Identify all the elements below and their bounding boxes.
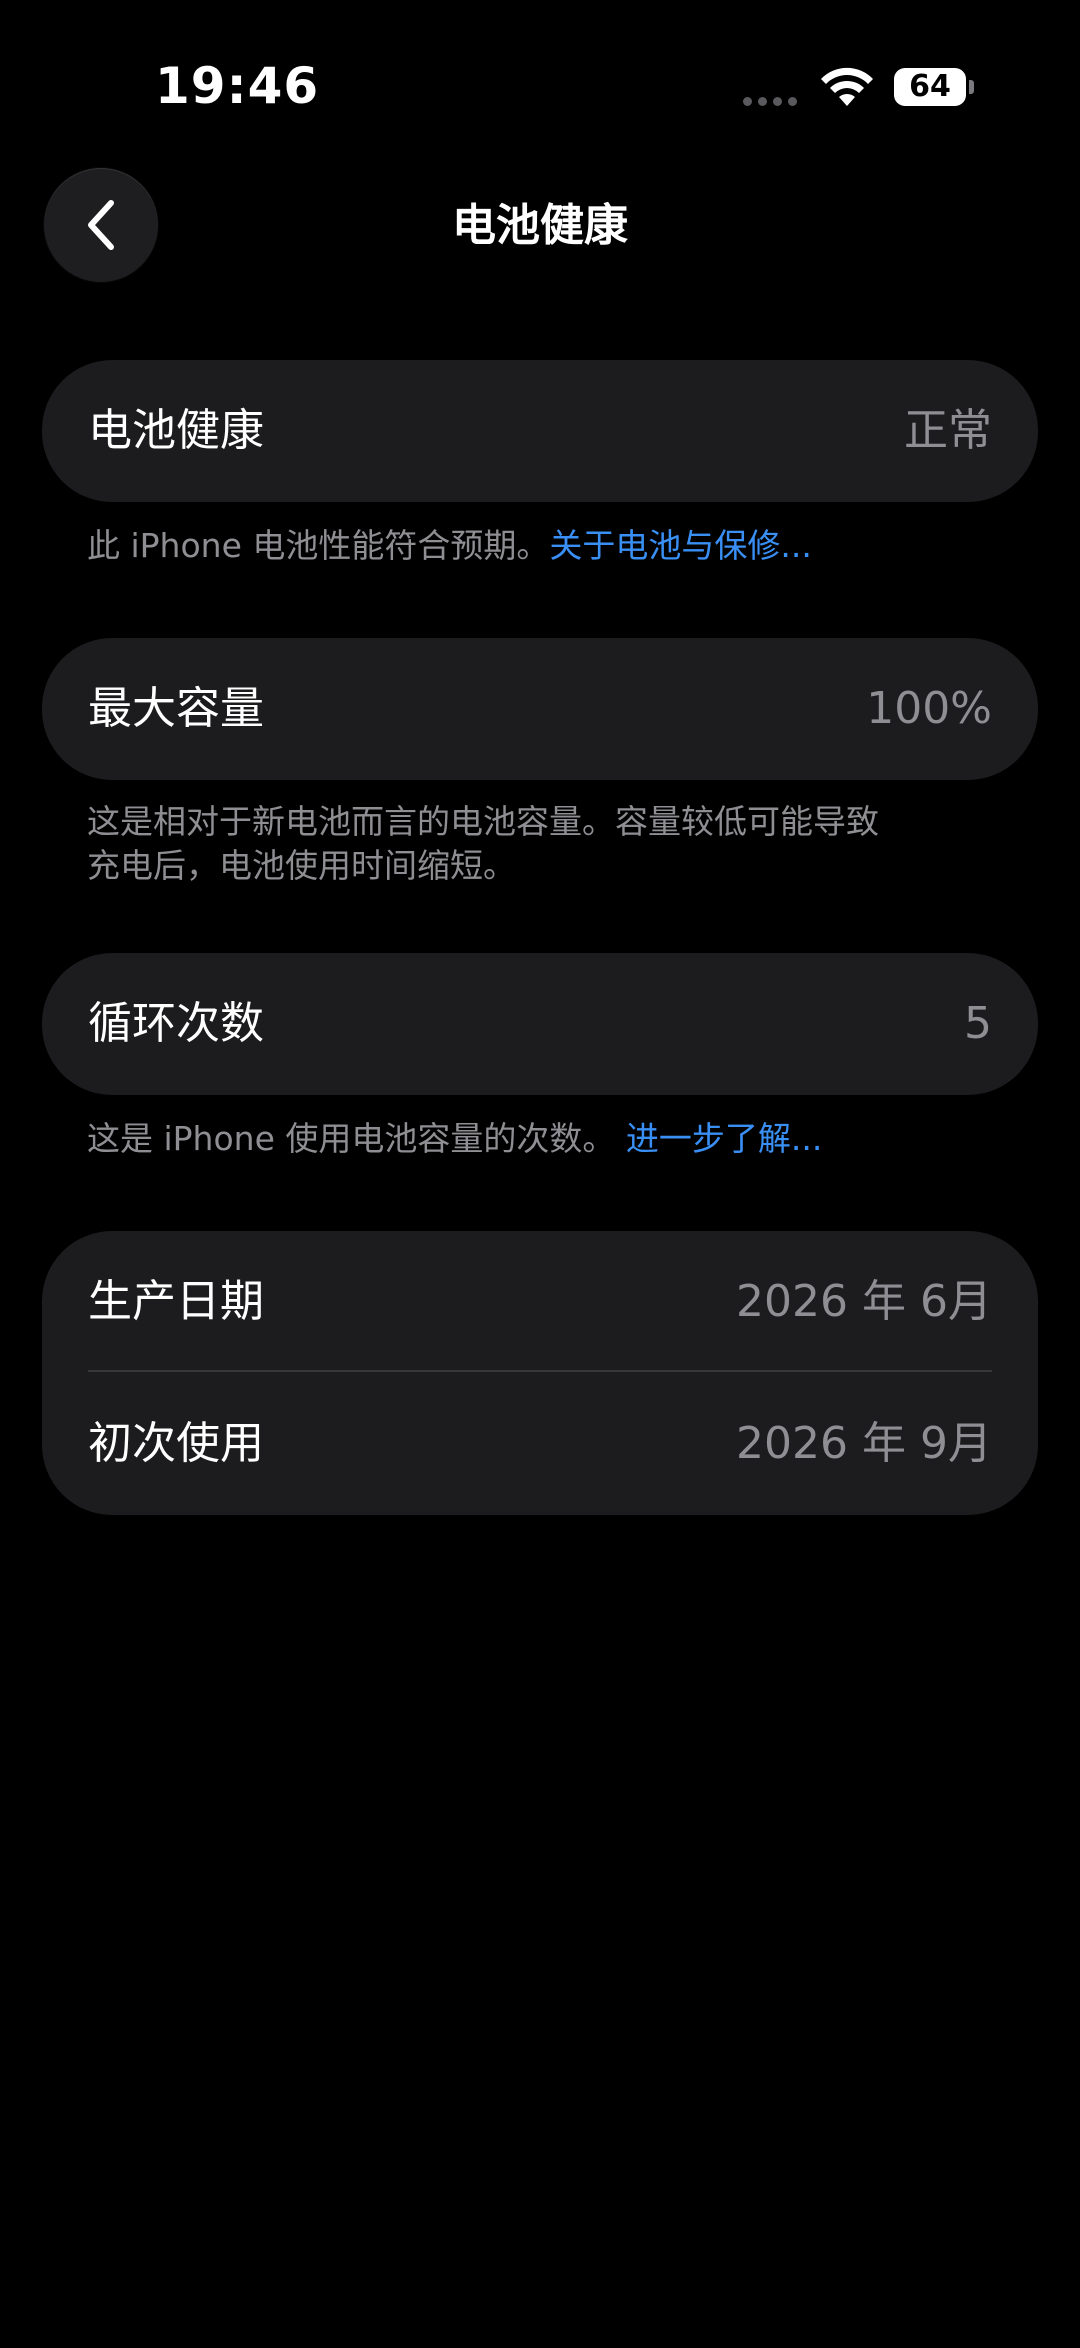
first-use-row: 初次使用 2026 年 9月: [42, 1373, 1038, 1515]
cycle-count-note: 这是 iPhone 使用电池容量的次数。 进一步了解...: [87, 1117, 987, 1161]
first-use-value: 2026 年 9月: [736, 1418, 992, 1469]
dates-card: 生产日期 2026 年 6月 初次使用 2026 年 9月: [42, 1231, 1038, 1515]
battery-health-note-text: 此 iPhone 电池性能符合预期。: [87, 526, 550, 565]
battery-health-row: 电池健康 正常: [42, 360, 1038, 502]
manufacture-date-value: 2026 年 6月: [736, 1276, 992, 1327]
battery-tip: [969, 80, 974, 94]
battery-icon: 64: [894, 68, 966, 106]
battery-level: 64: [909, 69, 951, 104]
battery-health-card: 电池健康 正常: [42, 360, 1038, 502]
first-use-label: 初次使用: [88, 1418, 264, 1469]
status-time: 19:46: [155, 57, 320, 115]
page-title: 电池健康: [452, 200, 628, 251]
manufacture-date-row: 生产日期 2026 年 6月: [42, 1231, 1038, 1373]
battery-health-note: 此 iPhone 电池性能符合预期。关于电池与保修...: [87, 524, 987, 568]
manufacture-date-label: 生产日期: [88, 1276, 264, 1327]
wifi-icon: [821, 67, 873, 106]
max-capacity-label: 最大容量: [88, 683, 264, 734]
battery-warranty-link[interactable]: 关于电池与保修...: [549, 526, 811, 565]
max-capacity-card: 最大容量 100%: [42, 638, 1038, 780]
max-capacity-note-line2: 充电后，电池使用时间缩短。: [87, 846, 516, 885]
battery-health-value: 正常: [904, 405, 992, 456]
divider: [88, 1370, 992, 1372]
cycle-count-value: 5: [964, 998, 992, 1049]
learn-more-link[interactable]: 进一步了解...: [626, 1119, 822, 1158]
max-capacity-note: 这是相对于新电池而言的电池容量。容量较低可能导致 充电后，电池使用时间缩短。: [87, 800, 987, 888]
max-capacity-row: 最大容量 100%: [42, 638, 1038, 780]
max-capacity-value: 100%: [866, 683, 992, 734]
cellular-dots-icon: [743, 97, 797, 106]
cycle-count-note-text: 这是 iPhone 使用电池容量的次数。: [87, 1119, 616, 1158]
max-capacity-note-line1: 这是相对于新电池而言的电池容量。容量较低可能导致: [87, 802, 879, 841]
cycle-count-label: 循环次数: [88, 998, 264, 1049]
battery-health-label: 电池健康: [88, 405, 264, 456]
cycle-count-card: 循环次数 5: [42, 953, 1038, 1095]
cycle-count-row: 循环次数 5: [42, 953, 1038, 1095]
